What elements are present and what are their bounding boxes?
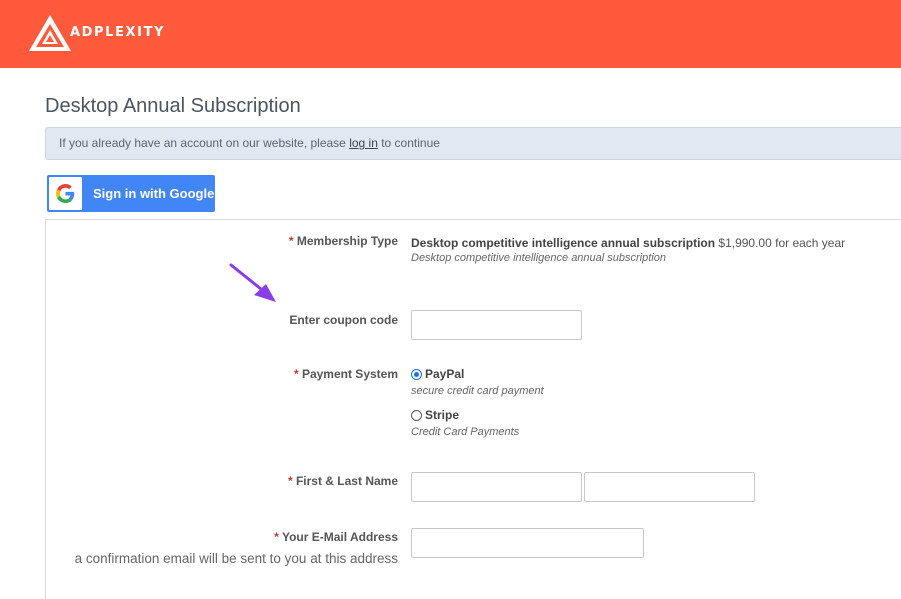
membership-type-label-text: Membership Type bbox=[296, 234, 398, 248]
membership-value: Desktop competitive intelligence annual … bbox=[411, 234, 845, 252]
payment-system-label-text: Payment System bbox=[301, 367, 398, 381]
name-label: * First & Last Name bbox=[288, 474, 398, 488]
coupon-label: Enter coupon code bbox=[289, 313, 398, 327]
coupon-input[interactable] bbox=[411, 310, 582, 340]
required-marker: * bbox=[293, 367, 299, 381]
notice-text-before: If you already have an account on our we… bbox=[59, 136, 350, 150]
membership-description: Desktop competitive intelligence annual … bbox=[411, 252, 666, 264]
header-bar: ADPLEXITY bbox=[0, 0, 901, 68]
required-marker: * bbox=[288, 234, 294, 248]
membership-name: Desktop competitive intelligence annual … bbox=[411, 236, 716, 250]
membership-price: $1,990.00 for each year bbox=[715, 236, 846, 250]
paypal-note: secure credit card payment bbox=[411, 385, 544, 397]
paypal-option-label[interactable]: PayPal bbox=[425, 367, 464, 381]
stripe-note: Credit Card Payments bbox=[411, 426, 520, 438]
name-label-text: First & Last Name bbox=[295, 474, 398, 488]
required-marker: * bbox=[287, 474, 293, 488]
adplexity-logo-icon bbox=[29, 15, 71, 51]
paypal-radio[interactable] bbox=[411, 369, 422, 380]
payment-system-label: * Payment System bbox=[294, 367, 398, 381]
google-signin-button[interactable]: Sign in with Google bbox=[47, 175, 215, 212]
email-hint: a confirmation email will be sent to you… bbox=[74, 551, 398, 566]
membership-type-label: * Membership Type bbox=[289, 234, 398, 248]
brand-name[interactable]: ADPLEXITY bbox=[70, 25, 165, 40]
login-link[interactable]: log in bbox=[349, 136, 378, 150]
google-signin-label: Sign in with Google bbox=[93, 186, 215, 201]
required-marker: * bbox=[274, 530, 279, 544]
stripe-option-label[interactable]: Stripe bbox=[425, 408, 459, 422]
stripe-radio[interactable] bbox=[411, 410, 422, 421]
google-g-icon bbox=[56, 184, 75, 203]
last-name-input[interactable] bbox=[584, 472, 755, 502]
email-label: * Your E-Mail Address bbox=[274, 530, 398, 544]
first-name-input[interactable] bbox=[411, 472, 582, 502]
page-title: Desktop Annual Subscription bbox=[45, 95, 301, 117]
arrow-pointer-icon bbox=[229, 263, 276, 302]
google-icon-box bbox=[49, 177, 82, 210]
email-label-text: Your E-Mail Address bbox=[281, 530, 398, 544]
email-input[interactable] bbox=[411, 528, 644, 558]
login-notice: If you already have an account on our we… bbox=[45, 127, 901, 160]
notice-text-after: to continue bbox=[377, 136, 440, 150]
